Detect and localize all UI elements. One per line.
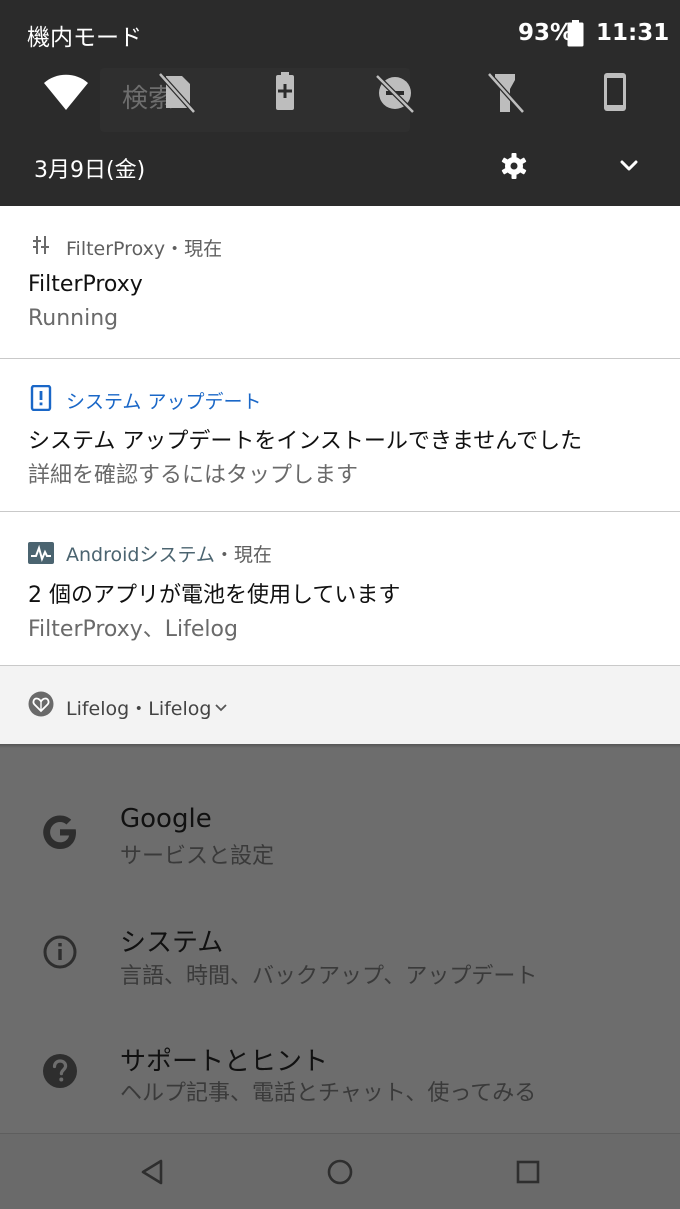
settings-item-title: Google bbox=[120, 804, 212, 834]
settings-item-system[interactable]: システム 言語、時間、バックアップ、アップデート bbox=[0, 898, 680, 1008]
settings-item-subtitle: ヘルプ記事、電話とチャット、使ってみる bbox=[120, 1081, 537, 1106]
notification-lifelog[interactable]: Lifelog・Lifelog bbox=[0, 666, 680, 744]
notification-android-system[interactable]: Androidシステム・現在 2 個のアプリが電池を使用しています Filter… bbox=[0, 512, 680, 666]
notification-header: Androidシステム・現在 bbox=[66, 540, 272, 567]
google-g-icon bbox=[38, 810, 82, 854]
wifi-icon[interactable] bbox=[40, 66, 92, 118]
notification-app-name: システム アップデート bbox=[66, 391, 262, 413]
navigation-bar bbox=[0, 1133, 680, 1209]
android-system-activity-icon bbox=[28, 540, 54, 566]
settings-item-subtitle: サービスと設定 bbox=[120, 844, 275, 869]
notification-text: Running bbox=[28, 306, 119, 331]
header-separator: ・ bbox=[214, 544, 234, 566]
header-separator: ・ bbox=[165, 238, 185, 260]
header-separator: ・ bbox=[129, 698, 149, 720]
notification-header: FilterProxy・現在 bbox=[66, 234, 222, 261]
lifelog-heart-icon bbox=[28, 691, 54, 717]
info-icon bbox=[38, 930, 82, 974]
notification-time: 現在 bbox=[233, 544, 272, 566]
notification-text: FilterProxy、Lifelog bbox=[28, 617, 238, 642]
filter-proxy-icon bbox=[28, 232, 54, 258]
notification-app-name: Androidシステム bbox=[66, 544, 215, 566]
do-not-disturb-off-icon[interactable] bbox=[369, 66, 421, 118]
expand-notification-chevron-icon[interactable] bbox=[214, 699, 228, 712]
clock: 11:31 bbox=[596, 20, 670, 46]
phone-rotation-icon[interactable] bbox=[589, 66, 641, 118]
notification-app-name: FilterProxy bbox=[66, 238, 166, 260]
settings-item-google[interactable]: Google サービスと設定 bbox=[0, 780, 680, 890]
settings-item-title: サポートとヒント bbox=[120, 1047, 329, 1077]
notification-channel: Lifelog bbox=[148, 698, 212, 720]
notification-time: 現在 bbox=[184, 238, 223, 260]
battery-saver-icon[interactable] bbox=[259, 66, 311, 118]
notification-title: 2 個のアプリが電池を使用しています bbox=[28, 583, 401, 608]
shade-date: 3月9日(金) bbox=[34, 158, 146, 183]
notification-filterproxy[interactable]: FilterProxy・現在 FilterProxy Running bbox=[0, 206, 680, 359]
back-icon[interactable] bbox=[134, 1154, 170, 1190]
help-icon bbox=[38, 1049, 82, 1093]
home-icon[interactable] bbox=[322, 1154, 358, 1190]
notification-text: 詳細を確認するにはタップします bbox=[28, 463, 359, 488]
quick-settings-shade: 機内モード 93% 11:31 検索 3月9日(金) bbox=[0, 0, 680, 206]
notification-title: FilterProxy bbox=[28, 272, 143, 297]
settings-item-support[interactable]: サポートとヒント ヘルプ記事、電話とチャット、使ってみる bbox=[0, 1017, 680, 1127]
battery-percentage: 93% bbox=[518, 20, 574, 46]
sim-off-icon[interactable] bbox=[150, 66, 202, 118]
settings-gear-icon[interactable] bbox=[496, 148, 532, 184]
notification-app-name: Lifelog bbox=[66, 698, 130, 720]
flashlight-off-icon[interactable] bbox=[479, 66, 531, 118]
airplane-mode-label: 機内モード bbox=[27, 25, 142, 51]
quick-settings-row: 検索 bbox=[0, 56, 680, 132]
settings-item-title: システム bbox=[120, 928, 224, 958]
settings-item-subtitle: 言語、時間、バックアップ、アップデート bbox=[120, 964, 538, 989]
notification-title: システム アップデートをインストールできませんでした bbox=[28, 429, 583, 454]
system-update-alert-icon bbox=[28, 384, 54, 412]
notification-system-update[interactable]: システム アップデート システム アップデートをインストールできませんでした 詳… bbox=[0, 359, 680, 512]
expand-chevron-icon[interactable] bbox=[612, 148, 646, 184]
notification-shadow bbox=[0, 744, 680, 748]
battery-icon bbox=[567, 20, 584, 47]
notification-header: Lifelog・Lifelog bbox=[66, 694, 211, 721]
recents-icon[interactable] bbox=[510, 1154, 546, 1190]
